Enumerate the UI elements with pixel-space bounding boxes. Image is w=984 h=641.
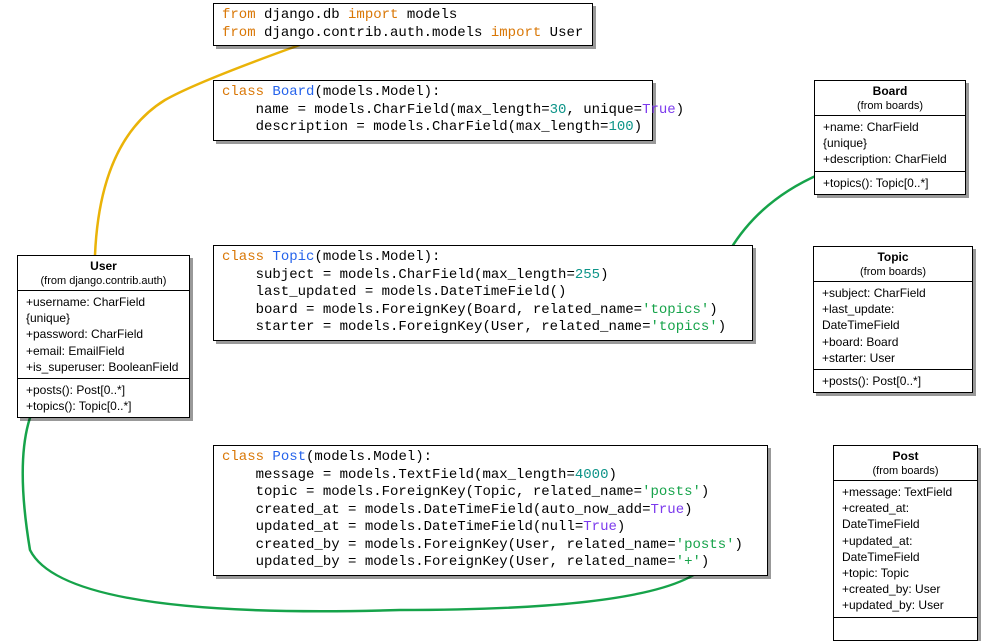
uml-post: Post (from boards) +message: TextField+c… (833, 445, 978, 641)
uml-method: +topics(): Topic[0..*] (823, 175, 957, 191)
uml-attr: +description: CharField (823, 151, 957, 167)
uml-attr: +updated_at: DateTimeField (842, 533, 969, 565)
uml-attr: +created_at: DateTimeField (842, 500, 969, 532)
uml-user: User (from django.contrib.auth) +usernam… (17, 255, 190, 418)
code-imports-text: from django.db import models from django… (222, 7, 583, 41)
code-topic-text: class Topic(models.Model): subject = mod… (222, 249, 726, 335)
uml-board-methods: +topics(): Topic[0..*] (815, 172, 965, 194)
uml-post-title: Post (from boards) (834, 446, 977, 481)
uml-board: Board (from boards) +name: CharField {un… (814, 80, 966, 195)
uml-attr: +name: CharField {unique} (823, 119, 957, 151)
uml-topic-title: Topic (from boards) (814, 247, 972, 282)
uml-attr: +starter: User (822, 350, 964, 366)
uml-topic-attrs: +subject: CharField+last_update: DateTim… (814, 282, 972, 370)
code-post-text: class Post(models.Model): message = mode… (222, 449, 743, 570)
uml-attr: +board: Board (822, 334, 964, 350)
uml-attr: +message: TextField (842, 484, 969, 500)
uml-board-attrs: +name: CharField {unique}+description: C… (815, 116, 965, 172)
uml-attr: +topic: Topic (842, 565, 969, 581)
uml-attr: +username: CharField {unique} (26, 294, 181, 326)
uml-attr: +is_superuser: BooleanField (26, 359, 181, 375)
uml-method: +topics(): Topic[0..*] (26, 398, 181, 414)
uml-post-methods (834, 618, 977, 640)
uml-attr: +subject: CharField (822, 285, 964, 301)
code-board: class Board(models.Model): name = models… (213, 80, 653, 141)
code-topic: class Topic(models.Model): subject = mod… (213, 245, 753, 341)
uml-topic-methods: +posts(): Post[0..*] (814, 370, 972, 392)
code-imports: from django.db import models from django… (213, 3, 593, 46)
uml-attr: +updated_by: User (842, 597, 969, 613)
uml-user-attrs: +username: CharField {unique}+password: … (18, 291, 189, 379)
uml-attr: +email: EmailField (26, 343, 181, 359)
uml-attr: +password: CharField (26, 326, 181, 342)
uml-user-methods: +posts(): Post[0..*]+topics(): Topic[0..… (18, 379, 189, 417)
uml-method: +posts(): Post[0..*] (26, 382, 181, 398)
code-board-text: class Board(models.Model): name = models… (222, 84, 684, 135)
uml-post-attrs: +message: TextField+created_at: DateTime… (834, 481, 977, 618)
uml-topic: Topic (from boards) +subject: CharField+… (813, 246, 973, 393)
uml-attr: +created_by: User (842, 581, 969, 597)
uml-method: +posts(): Post[0..*] (822, 373, 964, 389)
uml-user-title: User (from django.contrib.auth) (18, 256, 189, 291)
uml-attr: +last_update: DateTimeField (822, 301, 964, 333)
code-post: class Post(models.Model): message = mode… (213, 445, 768, 576)
uml-board-title: Board (from boards) (815, 81, 965, 116)
